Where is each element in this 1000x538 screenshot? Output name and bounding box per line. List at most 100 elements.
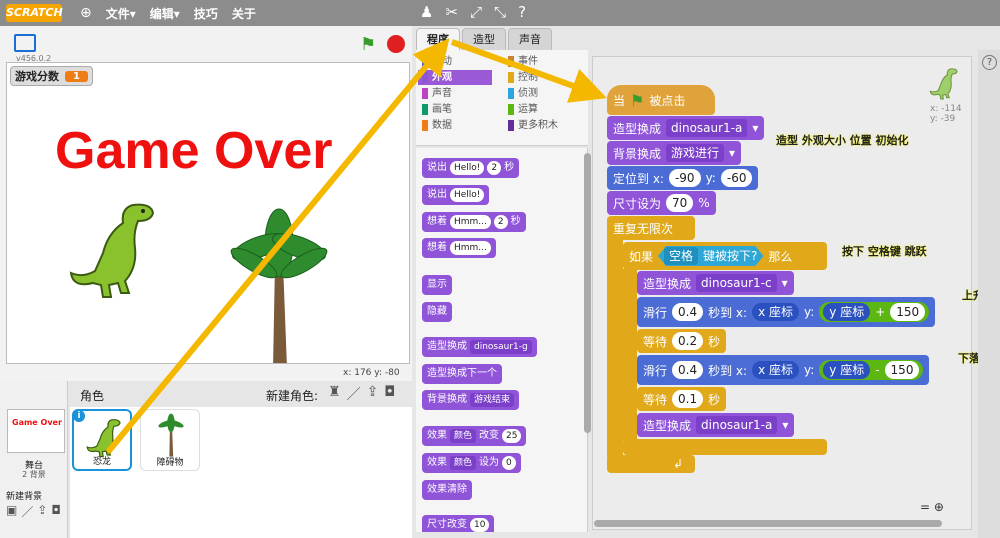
camera-icon[interactable]: ◘ (384, 384, 395, 404)
clear-effects-block[interactable]: 效果清除 (422, 480, 472, 500)
think-block[interactable]: 想着 Hmm... (422, 238, 496, 258)
help-icon[interactable]: ? (518, 3, 526, 21)
duplicate-icon[interactable]: ♟ (420, 3, 433, 21)
sprite-library-icon[interactable]: ♜ (328, 384, 341, 404)
variable-value: 1 (65, 70, 88, 82)
category-item[interactable]: 侦测 (504, 86, 578, 101)
variable-name: 游戏分数 (15, 70, 59, 83)
tips-menu[interactable]: 技巧 (194, 5, 218, 22)
stage-canvas[interactable]: 游戏分数 1 Game Over (6, 62, 410, 364)
globe-icon[interactable]: ⊕ (80, 5, 92, 21)
wait-block[interactable]: 等待 0.1 秒 (637, 387, 727, 411)
if-block[interactable]: 如果 空格 键被按下? 那么 (623, 242, 827, 270)
glide-block[interactable]: 滑行 0.4 秒到 x: x 座标 y: y 座标 + 150 (637, 297, 936, 327)
category-item[interactable]: 控制 (504, 70, 578, 85)
menubar: SCRATCH ⊕ 文件▾ 编辑▾ 技巧 关于 ♟ ✂ ⤢ ⤡ ? (0, 0, 1000, 26)
category-item[interactable]: 运动 (418, 54, 492, 69)
stop-icon[interactable] (387, 35, 405, 53)
cut-icon[interactable]: ✂ (445, 3, 458, 21)
hide-block[interactable]: 隐藏 (422, 302, 452, 322)
when-flag-clicked-block[interactable]: 当 ⚑ 被点击 (607, 85, 715, 115)
sprite-list: i 恐龙 障碍物 (70, 407, 412, 538)
zoom-reset-icon[interactable]: = (920, 500, 930, 514)
dinosaur-thumbnail (86, 419, 121, 458)
glide-block[interactable]: 滑行 0.4 秒到 x: x 座标 y: y 座标 - 150 (637, 355, 930, 385)
say-block[interactable]: 说出 Hello! (422, 185, 490, 205)
change-effect-block[interactable]: 效果 颜色 改变 25 (422, 426, 527, 446)
forever-arm (607, 237, 623, 457)
dinosaur-sprite[interactable] (63, 193, 163, 303)
goto-xy-block[interactable]: 定位到 x: -90 y: -60 (607, 166, 759, 190)
palette-scrollbar[interactable] (584, 153, 591, 433)
sprites-title: 角色 (80, 389, 105, 403)
help-icon[interactable]: ? (982, 55, 997, 70)
tab-sounds[interactable]: 声音 (508, 28, 552, 50)
upload-icon[interactable]: ⇪ (367, 384, 379, 404)
think-for-secs-block[interactable]: 想着 Hmm... 2 秒 (422, 212, 526, 232)
wait-block[interactable]: 等待 0.2 秒 (637, 329, 727, 353)
category-item[interactable]: 声音 (418, 86, 492, 101)
switch-backdrop-block[interactable]: 背景换成 游戏结束 (422, 390, 520, 410)
category-item[interactable]: 画笔 (418, 102, 492, 117)
if-footer (623, 439, 827, 455)
scratch-logo[interactable]: SCRATCH (6, 4, 63, 22)
green-flag-icon: ⚑ (630, 90, 645, 110)
sprite-tile-obstacle[interactable]: 障碍物 (140, 409, 200, 471)
category-item[interactable]: 运算 (504, 102, 578, 117)
switch-costume-block[interactable]: 造型换成 dinosaur1-g (422, 337, 537, 357)
say-for-secs-block[interactable]: 说出 Hello! 2 秒 (422, 158, 520, 178)
zoom-in-icon[interactable]: ⊕ (934, 500, 944, 514)
paint-icon[interactable]: ／ (21, 503, 33, 520)
add-operator-block[interactable]: y 座标 + 150 (819, 302, 930, 322)
set-size-block[interactable]: 尺寸设为 70 % (607, 191, 716, 215)
upload-icon[interactable]: ⇪ (37, 503, 47, 520)
category-item[interactable]: 外观 (418, 70, 492, 85)
block-categories: 运动 外观 声音 画笔 数据 事件 控制 侦测 运算 更多积木 (416, 50, 588, 146)
tab-scripts[interactable]: 程序 (416, 28, 460, 50)
sprite-preview-icon (929, 68, 958, 100)
about-menu[interactable]: 关于 (232, 5, 256, 22)
edit-menu[interactable]: 编辑▾ (150, 5, 180, 22)
zoom-controls: = ⊕ (920, 500, 944, 514)
loop-arrow-icon: ↲ (673, 457, 684, 471)
category-item[interactable]: 事件 (504, 54, 578, 69)
game-over-text: Game Over (55, 122, 333, 180)
right-strip (978, 50, 1000, 538)
key-pressed-block[interactable]: 空格 键被按下? (658, 246, 763, 266)
annotation-down: 下落 (958, 352, 980, 365)
script-scrollbar[interactable] (594, 520, 942, 527)
backdrop-library-icon[interactable]: ▣ (6, 503, 17, 520)
file-menu[interactable]: 文件▾ (106, 5, 136, 22)
sprite-name: 恐龙 (92, 457, 111, 467)
switch-costume-block[interactable]: 造型换成 dinosaur1-a ▾ (637, 413, 795, 437)
chevron-down-icon: ▾ (782, 418, 789, 432)
sprite-tile-dinosaur[interactable]: i 恐龙 (72, 409, 132, 471)
tab-costumes[interactable]: 造型 (462, 28, 506, 50)
backdrop-tools: ▣ ／ ⇪ ◘ (6, 503, 61, 520)
camera-icon[interactable]: ◘ (51, 503, 61, 520)
switch-costume-block[interactable]: 造型换成 dinosaur1-a ▾ (607, 116, 765, 140)
subtract-operator-block[interactable]: y 座标 - 150 (819, 360, 924, 380)
new-sprite-label: 新建角色: (266, 389, 319, 403)
green-flag-icon[interactable]: ⚑ (360, 34, 376, 55)
switch-backdrop-block[interactable]: 背景换成 游戏进行 ▾ (607, 141, 742, 165)
change-size-block[interactable]: 尺寸改变 10 (422, 515, 495, 532)
variable-monitor: 游戏分数 1 (10, 66, 93, 86)
annotation-init: 造型 外观大小 位置 初始化 (776, 134, 909, 147)
sprite-name: 障碍物 (156, 458, 184, 468)
grow-icon[interactable]: ⤢ (470, 3, 482, 21)
next-costume-block[interactable]: 造型换成下一个 (422, 364, 502, 384)
sprite-y-readout: y: -39 (930, 114, 956, 124)
shrink-icon[interactable]: ⤡ (494, 3, 506, 21)
fullscreen-icon[interactable] (14, 34, 36, 52)
if-arm (623, 269, 637, 441)
category-item[interactable]: 数据 (418, 118, 492, 133)
show-block[interactable]: 显示 (422, 275, 452, 295)
tree-sprite[interactable] (229, 203, 329, 364)
set-effect-block[interactable]: 效果 颜色 设为 0 (422, 453, 521, 473)
category-item[interactable]: 更多积木 (504, 118, 578, 133)
stage-thumbnail[interactable]: Game Over (7, 409, 65, 453)
switch-costume-block[interactable]: 造型换成 dinosaur1-c ▾ (637, 271, 794, 295)
paint-icon[interactable]: ／ (347, 384, 361, 404)
script-area[interactable]: 当 ⚑ 被点击 造型换成 dinosaur1-a ▾ 背景换成 游戏进行 ▾ 定… (592, 56, 972, 530)
